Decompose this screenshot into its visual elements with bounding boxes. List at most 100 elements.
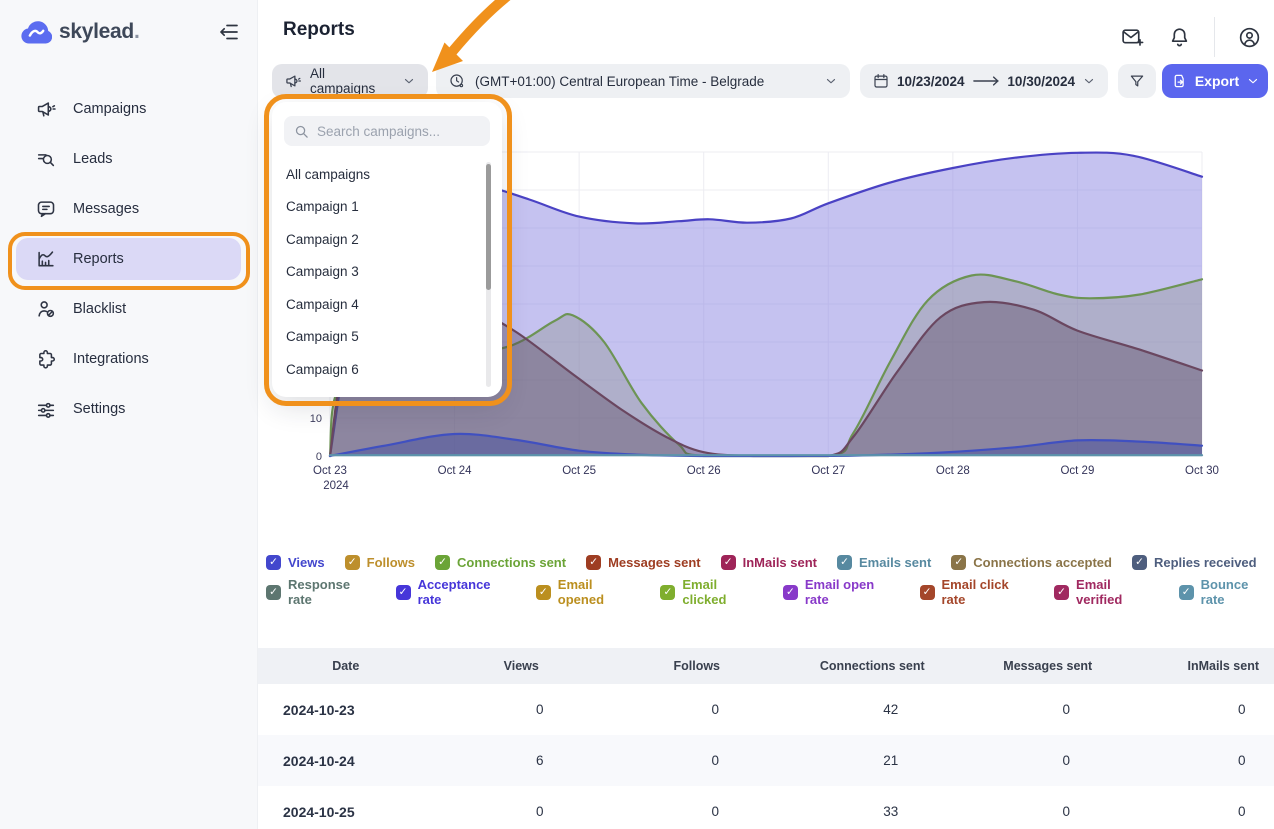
funnel-icon	[1128, 72, 1146, 90]
legend-item[interactable]: Bounce rate	[1179, 577, 1274, 607]
clock-icon	[448, 72, 466, 90]
legend-checkbox-checked-icon	[396, 585, 411, 600]
sidebar-item-icon	[35, 398, 57, 420]
account-avatar-icon[interactable]	[1237, 25, 1262, 50]
sidebar-item-label: Reports	[73, 251, 124, 267]
timezone-selector[interactable]: (GMT+01:00) Central European Time - Belg…	[436, 64, 850, 98]
long-arrow-right-icon	[972, 75, 1001, 87]
legend-checkbox-checked-icon	[435, 555, 450, 570]
connections-sent-cell: 33	[803, 804, 979, 819]
campaign-option[interactable]: Campaign 3	[286, 256, 502, 289]
filter-button[interactable]	[1118, 64, 1156, 98]
sidebar-item-icon	[35, 348, 57, 370]
legend-item-label: InMails sent	[743, 555, 817, 570]
export-button[interactable]: Export	[1162, 64, 1268, 98]
legend-item[interactable]: Acceptance rate	[396, 577, 516, 607]
date-cell: 2024-10-25	[258, 804, 452, 820]
legend-item-label: Acceptance rate	[418, 577, 516, 607]
legend-item-label: Bounce rate	[1201, 577, 1274, 607]
campaign-option[interactable]: Campaign 4	[286, 288, 502, 321]
logo-dot: .	[134, 20, 140, 44]
campaigns-selector-label: All campaigns	[310, 66, 394, 96]
legend-checkbox-checked-icon	[1054, 585, 1069, 600]
legend-item[interactable]: Emails sent	[837, 555, 931, 570]
campaign-option[interactable]: Campaign 2	[286, 223, 502, 256]
timezone-selector-label: (GMT+01:00) Central European Time - Belg…	[475, 74, 764, 89]
legend-item[interactable]: Email verified	[1054, 577, 1159, 607]
campaign-search[interactable]	[284, 116, 490, 146]
sidebar-item[interactable]: Blacklist	[0, 284, 257, 334]
sidebar-item[interactable]: Integrations	[0, 334, 257, 384]
export-file-icon	[1170, 72, 1188, 90]
table-header-cell: Messages sent	[960, 659, 1136, 673]
legend-checkbox-checked-icon	[951, 555, 966, 570]
main-content: Reports All campai	[258, 0, 1274, 829]
svg-text:0: 0	[316, 451, 322, 463]
date-range-picker[interactable]: 10/23/2024 10/30/2024	[860, 64, 1108, 98]
legend-checkbox-checked-icon	[920, 585, 935, 600]
campaigns-selector[interactable]: All campaigns	[272, 64, 428, 98]
table-header-row: Date Views Follows Connections sent Mess…	[258, 648, 1274, 684]
legend-item-label: Email verified	[1076, 577, 1159, 607]
svg-text:10: 10	[310, 413, 322, 425]
legend-item[interactable]: Response rate	[266, 577, 376, 607]
campaign-option[interactable]: Campaign 1	[286, 191, 502, 224]
sidebar-nav: Campaigns Leads Messages	[0, 84, 257, 434]
legend-item[interactable]: Connections accepted	[951, 555, 1112, 570]
sidebar-item[interactable]: Reports	[0, 234, 257, 284]
date-cell: 2024-10-23	[258, 702, 452, 718]
svg-text:Oct 24: Oct 24	[438, 465, 472, 477]
legend-item[interactable]: InMails sent	[721, 555, 817, 570]
skylead-cloud-logo-icon	[20, 20, 52, 44]
messages-sent-cell: 0	[979, 702, 1155, 717]
legend-item[interactable]: Messages sent	[586, 555, 701, 570]
sidebar-collapse-icon[interactable]	[217, 20, 241, 44]
legend-item-label: Email click rate	[942, 577, 1035, 607]
legend-item[interactable]: Email clicked	[660, 577, 762, 607]
legend-item-label: Replies received	[1154, 555, 1257, 570]
svg-text:Oct 28: Oct 28	[936, 465, 970, 477]
campaign-option[interactable]: Campaign 6	[286, 353, 502, 386]
legend-checkbox-checked-icon	[266, 585, 281, 600]
legend-checkbox-checked-icon	[1132, 555, 1147, 570]
table-header-cell: Connections sent	[785, 659, 961, 673]
svg-text:Oct 29: Oct 29	[1060, 465, 1094, 477]
views-cell: 0	[452, 804, 628, 819]
legend-item[interactable]: Follows	[345, 555, 415, 570]
sidebar-item-icon	[35, 248, 57, 270]
chevron-down-icon	[824, 74, 838, 88]
legend-item[interactable]: Replies received	[1132, 555, 1257, 570]
campaign-search-input[interactable]	[317, 124, 477, 139]
mail-plus-icon[interactable]	[1120, 25, 1145, 50]
inmails-sent-cell: 0	[1154, 702, 1274, 717]
date-end: 10/30/2024	[1007, 74, 1075, 89]
campaign-option[interactable]: Campaign 5	[286, 321, 502, 354]
calendar-icon	[872, 72, 890, 90]
legend-item-label: Email open rate	[805, 577, 900, 607]
export-button-label: Export	[1195, 73, 1239, 89]
sidebar-item[interactable]: Leads	[0, 134, 257, 184]
logo-row: skylead.	[20, 15, 241, 49]
page-title: Reports	[283, 19, 355, 41]
sidebar-item[interactable]: Messages	[0, 184, 257, 234]
dropdown-scrollbar-thumb[interactable]	[486, 164, 491, 290]
sidebar-item[interactable]: Campaigns	[0, 84, 257, 134]
reports-table: Date Views Follows Connections sent Mess…	[258, 648, 1274, 829]
campaign-option[interactable]: All campaigns	[286, 158, 502, 191]
sidebar-item-label: Campaigns	[73, 101, 146, 117]
search-icon	[294, 124, 309, 139]
svg-text:Oct 25: Oct 25	[562, 465, 596, 477]
legend-item[interactable]: Email click rate	[920, 577, 1035, 607]
date-cell: 2024-10-24	[258, 753, 452, 769]
legend-item[interactable]: Connections sent	[435, 555, 566, 570]
legend-item[interactable]: Views	[266, 555, 325, 570]
legend-item[interactable]: Email open rate	[783, 577, 900, 607]
legend-checkbox-checked-icon	[783, 585, 798, 600]
legend-item[interactable]: Email opened	[536, 577, 641, 607]
sidebar-item[interactable]: Settings	[0, 384, 257, 434]
legend-item-label: Response rate	[288, 577, 376, 607]
inmails-sent-cell: 0	[1154, 753, 1274, 768]
bell-icon[interactable]	[1167, 25, 1192, 50]
table-header-cell: Follows	[609, 659, 785, 673]
legend-row-1: Views Follows Connections sent M	[266, 547, 1274, 577]
